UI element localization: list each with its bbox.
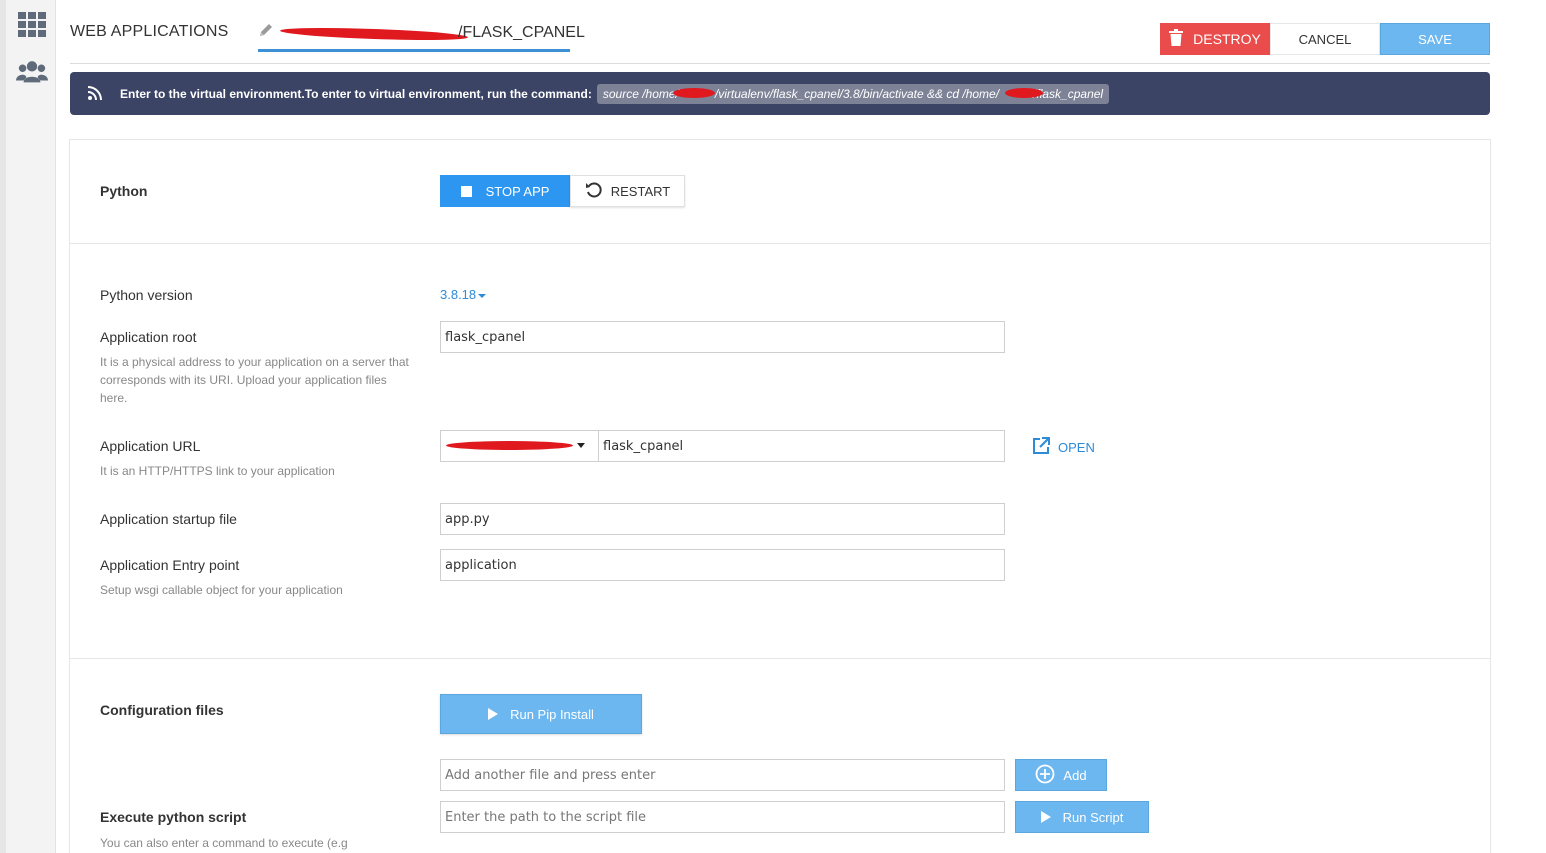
open-app-link[interactable]: OPEN: [1032, 437, 1095, 458]
destroy-button[interactable]: DESTROY: [1160, 23, 1270, 55]
domain-select[interactable]: [440, 430, 599, 462]
redaction-mark: [279, 25, 469, 43]
entry-point-input[interactable]: application: [440, 549, 1005, 581]
play-icon: [1040, 811, 1051, 823]
left-rail: [0, 0, 56, 853]
pip-label: Run Pip Install: [510, 706, 594, 722]
open-label: OPEN: [1058, 440, 1095, 455]
plus-circle-icon: [1035, 764, 1055, 787]
page-title: WEB APPLICATIONS: [70, 23, 229, 40]
section-divider: [70, 243, 1490, 244]
apps-grid-icon[interactable]: [16, 9, 48, 41]
stop-app-button[interactable]: STOP APP: [440, 175, 570, 207]
app-url-input[interactable]: flask_cpanel: [598, 430, 1005, 462]
command-part1: source /home/: [602, 86, 679, 101]
venv-banner: Enter to the virtual environment.To ente…: [70, 72, 1490, 115]
run-script-button[interactable]: Run Script: [1015, 801, 1149, 833]
add-file-input[interactable]: Add another file and press enter: [440, 759, 1005, 791]
header-divider: [70, 63, 1490, 64]
restart-label: RESTART: [610, 183, 671, 199]
stop-icon: [460, 185, 472, 197]
caret-down-icon: [577, 443, 585, 448]
save-button[interactable]: SAVE: [1380, 23, 1490, 55]
external-link-icon: [1032, 437, 1050, 458]
restart-button[interactable]: RESTART: [570, 175, 685, 207]
venv-command[interactable]: source /home/ /virtualenv/flask_cpanel/3.…: [596, 83, 1110, 104]
restart-icon: [585, 181, 603, 202]
cancel-button[interactable]: CANCEL: [1270, 23, 1380, 55]
pencil-icon[interactable]: [258, 22, 274, 43]
trash-icon: [1169, 29, 1184, 49]
python-version-label: Python version: [100, 287, 193, 303]
section-divider: [70, 658, 1490, 659]
redaction-mark: [446, 441, 573, 450]
app-name: /FLASK_CPANEL: [458, 24, 585, 41]
command-part3: /flask_cpanel: [1033, 86, 1104, 101]
app-settings-panel: Python STOP APP RESTART Python version 3…: [69, 139, 1491, 853]
rss-icon: [87, 85, 104, 102]
add-label: Add: [1063, 767, 1087, 783]
execute-script-title: Execute python script: [100, 809, 247, 825]
app-name-tab[interactable]: /FLASK_CPANEL: [258, 18, 585, 52]
entry-point-label: Application Entry point: [100, 557, 240, 573]
app-root-input[interactable]: flask_cpanel: [440, 321, 1005, 353]
python-version-value: 3.8.18: [440, 287, 477, 302]
command-part2: /virtualenv/flask_cpanel/3.8/bin/activat…: [714, 86, 1000, 101]
app-url-label: Application URL: [100, 438, 201, 454]
script-path-input[interactable]: Enter the path to the script file: [440, 801, 1005, 833]
execute-script-hint: You can also enter a command to execute …: [100, 836, 348, 850]
caret-down-icon: [478, 293, 487, 298]
banner-message: Enter to the virtual environment.To ente…: [120, 86, 592, 101]
stop-label: STOP APP: [485, 183, 550, 199]
redaction-mark: [1004, 87, 1043, 98]
run-pip-install-button[interactable]: Run Pip Install: [440, 694, 642, 734]
startup-file-input[interactable]: app.py: [440, 503, 1005, 535]
python-section-title: Python: [100, 183, 148, 199]
python-version-dropdown[interactable]: 3.8.18: [440, 287, 487, 302]
app-root-hint: It is a physical address to your applica…: [100, 355, 409, 405]
redaction-mark: [672, 87, 715, 98]
run-script-label: Run Script: [1062, 809, 1124, 825]
config-files-title: Configuration files: [100, 702, 224, 718]
app-url-hint: It is an HTTP/HTTPS link to your applica…: [100, 464, 335, 478]
rail-edge: [0, 0, 6, 853]
play-icon: [488, 708, 499, 720]
destroy-label: DESTROY: [1193, 31, 1261, 47]
users-icon[interactable]: [16, 56, 48, 88]
add-file-button[interactable]: Add: [1015, 759, 1107, 791]
startup-file-label: Application startup file: [100, 511, 237, 527]
app-root-label: Application root: [100, 329, 197, 345]
entry-point-hint: Setup wsgi callable object for your appl…: [100, 583, 343, 597]
